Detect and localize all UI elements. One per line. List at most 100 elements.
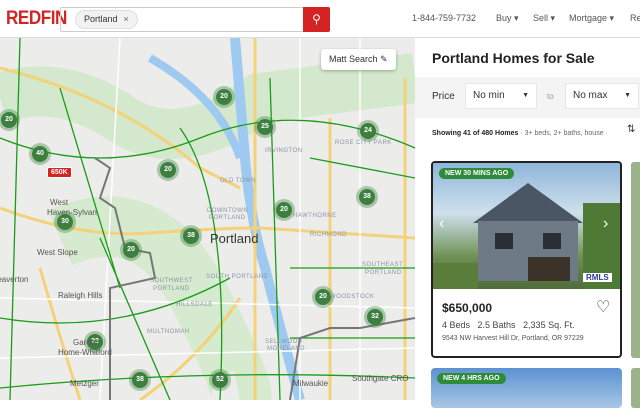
neighborhood-label: MORELAND <box>267 346 306 352</box>
cluster-marker[interactable]: 20 <box>273 199 295 221</box>
city-label: Portland <box>210 231 259 246</box>
cluster-marker[interactable]: 40 <box>29 143 51 165</box>
cluster-count: 40 <box>32 146 48 162</box>
cluster-marker[interactable]: 38 <box>180 225 202 247</box>
house-image <box>433 183 620 289</box>
neighborhood-label: RICHMOND <box>310 232 347 238</box>
cluster-count: 20 <box>276 202 292 218</box>
neighborhood-label: IRVINGTON <box>265 148 303 154</box>
filters-summary: · 3+ beds, 2+ baths, house · <box>520 130 608 137</box>
cluster-count: 52 <box>212 372 228 388</box>
place-label: Metzger <box>70 379 99 388</box>
nav-real-estate-agents[interactable]: Re <box>630 13 640 23</box>
map[interactable]: Matt Search ✎ 650K 20 20 25 24 40 20 38 … <box>0 38 415 400</box>
neighborhood-label: SELLWOOD <box>265 339 303 345</box>
place-label: Raleigh Hills <box>58 291 103 300</box>
listing-price: $650,000 <box>442 301 493 315</box>
cluster-count: 38 <box>359 189 375 205</box>
place-label: Milwaukie <box>293 379 329 388</box>
mls-logo: RMLS <box>583 273 612 282</box>
new-listing-badge: NEW 30 MINS AGO <box>439 168 515 179</box>
listing-card[interactable]: NEW 4 HRS AGO <box>431 368 622 408</box>
results-count: Showing 41 of 480 Homes <box>432 130 519 137</box>
neighborhood-label: HAWTHORNE <box>293 213 337 219</box>
sort-icon[interactable]: ⇅ <box>627 124 635 135</box>
nav-sell[interactable]: Sell ▾ <box>533 13 555 24</box>
heart-icon[interactable]: ♡ <box>596 297 610 317</box>
cluster-count: 20 <box>1 112 17 128</box>
neighborhood-label: PORTLAND <box>209 215 246 221</box>
redfin-logo[interactable]: REDFIN <box>6 8 67 30</box>
place-label: Garden <box>73 338 100 347</box>
chip-label: Portland <box>84 14 118 24</box>
cluster-count: 20 <box>216 89 232 105</box>
place-label: Southgate CRO <box>352 374 409 383</box>
neighborhood-label: SOUTH PORTLAND <box>206 274 269 280</box>
chevron-right-icon[interactable]: › <box>603 215 608 233</box>
cluster-marker[interactable]: 20 <box>120 239 142 261</box>
search-chip[interactable]: Portland × <box>75 10 138 29</box>
cluster-count: 38 <box>132 372 148 388</box>
listing-facts: 4 Beds 2.5 Baths 2,335 Sq. Ft. <box>442 320 575 330</box>
results-summary: Showing 41 of 480 Homes · 3+ beds, 2+ ba… <box>432 130 608 137</box>
price-marker[interactable]: 650K <box>47 167 72 178</box>
max-value: No max <box>573 90 608 101</box>
search-icon: ⚲ <box>312 12 321 26</box>
results-panel: Portland Homes for Sale Price No min ▼ to… <box>415 38 640 408</box>
cluster-count: 38 <box>183 228 199 244</box>
cluster-marker[interactable]: 52 <box>209 369 231 391</box>
neighborhood-label: MULTNOMAH <box>147 329 190 335</box>
place-label: Haven-Sylvan <box>47 208 97 217</box>
cluster-marker[interactable]: 20 <box>213 86 235 108</box>
neighborhood-label: ROSE CITY PARK <box>335 140 392 146</box>
neighborhood-label: PORTLAND <box>153 286 190 292</box>
nav-mortgage[interactable]: Mortgage ▾ <box>569 13 614 24</box>
next-listing-card[interactable] <box>631 162 640 358</box>
cluster-marker[interactable]: 32 <box>364 306 386 328</box>
place-label: West Slope <box>37 248 78 257</box>
cluster-marker[interactable]: 20 <box>157 159 179 181</box>
price-label: Price <box>432 91 455 102</box>
page-title: Portland Homes for Sale <box>432 50 595 66</box>
neighborhood-label: DOWNTOWN <box>207 208 249 214</box>
place-label: West <box>50 198 69 207</box>
neighborhood-label: SOUTHWEST <box>150 278 193 284</box>
header: REDFIN Portland × ⚲ 1-844-759-7732 Buy ▾ … <box>0 0 640 38</box>
max-price-select[interactable]: No max ▼ <box>565 83 639 109</box>
min-value: No min <box>473 90 505 101</box>
listing-address: 9543 NW Harvest Hill Dr, Portland, OR 97… <box>442 335 584 342</box>
caret-down-icon: ▼ <box>522 92 529 99</box>
cluster-count: 20 <box>123 242 139 258</box>
search-button[interactable]: ⚲ <box>303 7 330 32</box>
neighborhood-label: OLD TOWN <box>220 178 257 184</box>
search-input[interactable]: Portland × <box>60 7 330 32</box>
place-label: Home-Whitford <box>58 348 112 357</box>
cluster-count: 20 <box>160 162 176 178</box>
new-listing-badge: NEW 4 HRS AGO <box>437 373 506 384</box>
listing-photo[interactable]: NEW 30 MINS AGO ‹ › RMLS <box>433 163 620 289</box>
cluster-count: 25 <box>257 119 273 135</box>
neighborhood-label: SOUTHEAST <box>362 262 404 268</box>
listing-card[interactable]: NEW 30 MINS AGO ‹ › RMLS $650,000 ♡ 4 Be… <box>431 161 622 358</box>
cluster-count: 24 <box>360 123 376 139</box>
chevron-left-icon[interactable]: ‹ <box>439 215 444 233</box>
phone-number[interactable]: 1-844-759-7732 <box>412 13 476 23</box>
save-search-button[interactable]: Matt Search ✎ <box>321 49 396 70</box>
neighborhood-label: HILLSDALE <box>176 302 213 308</box>
cluster-count: 20 <box>315 289 331 305</box>
neighborhood-label: WOODSTOCK <box>330 294 375 300</box>
cluster-marker[interactable]: 38 <box>129 369 151 391</box>
to-label: to <box>547 92 554 101</box>
neighborhood-label: PORTLAND <box>365 270 402 276</box>
cluster-marker[interactable]: 38 <box>356 186 378 208</box>
nav-buy[interactable]: Buy ▾ <box>496 13 519 24</box>
cluster-marker[interactable]: 24 <box>357 120 379 142</box>
cluster-marker[interactable]: 25 <box>254 116 276 138</box>
next-listing-card[interactable] <box>631 368 640 408</box>
caret-down-icon: ▼ <box>624 92 631 99</box>
place-label: Beaverton <box>0 275 29 284</box>
close-icon[interactable]: × <box>124 14 129 24</box>
price-filter: Price No min ▼ to No max ▼ <box>415 77 640 118</box>
min-price-select[interactable]: No min ▼ <box>465 83 537 109</box>
cluster-count: 32 <box>367 309 383 325</box>
